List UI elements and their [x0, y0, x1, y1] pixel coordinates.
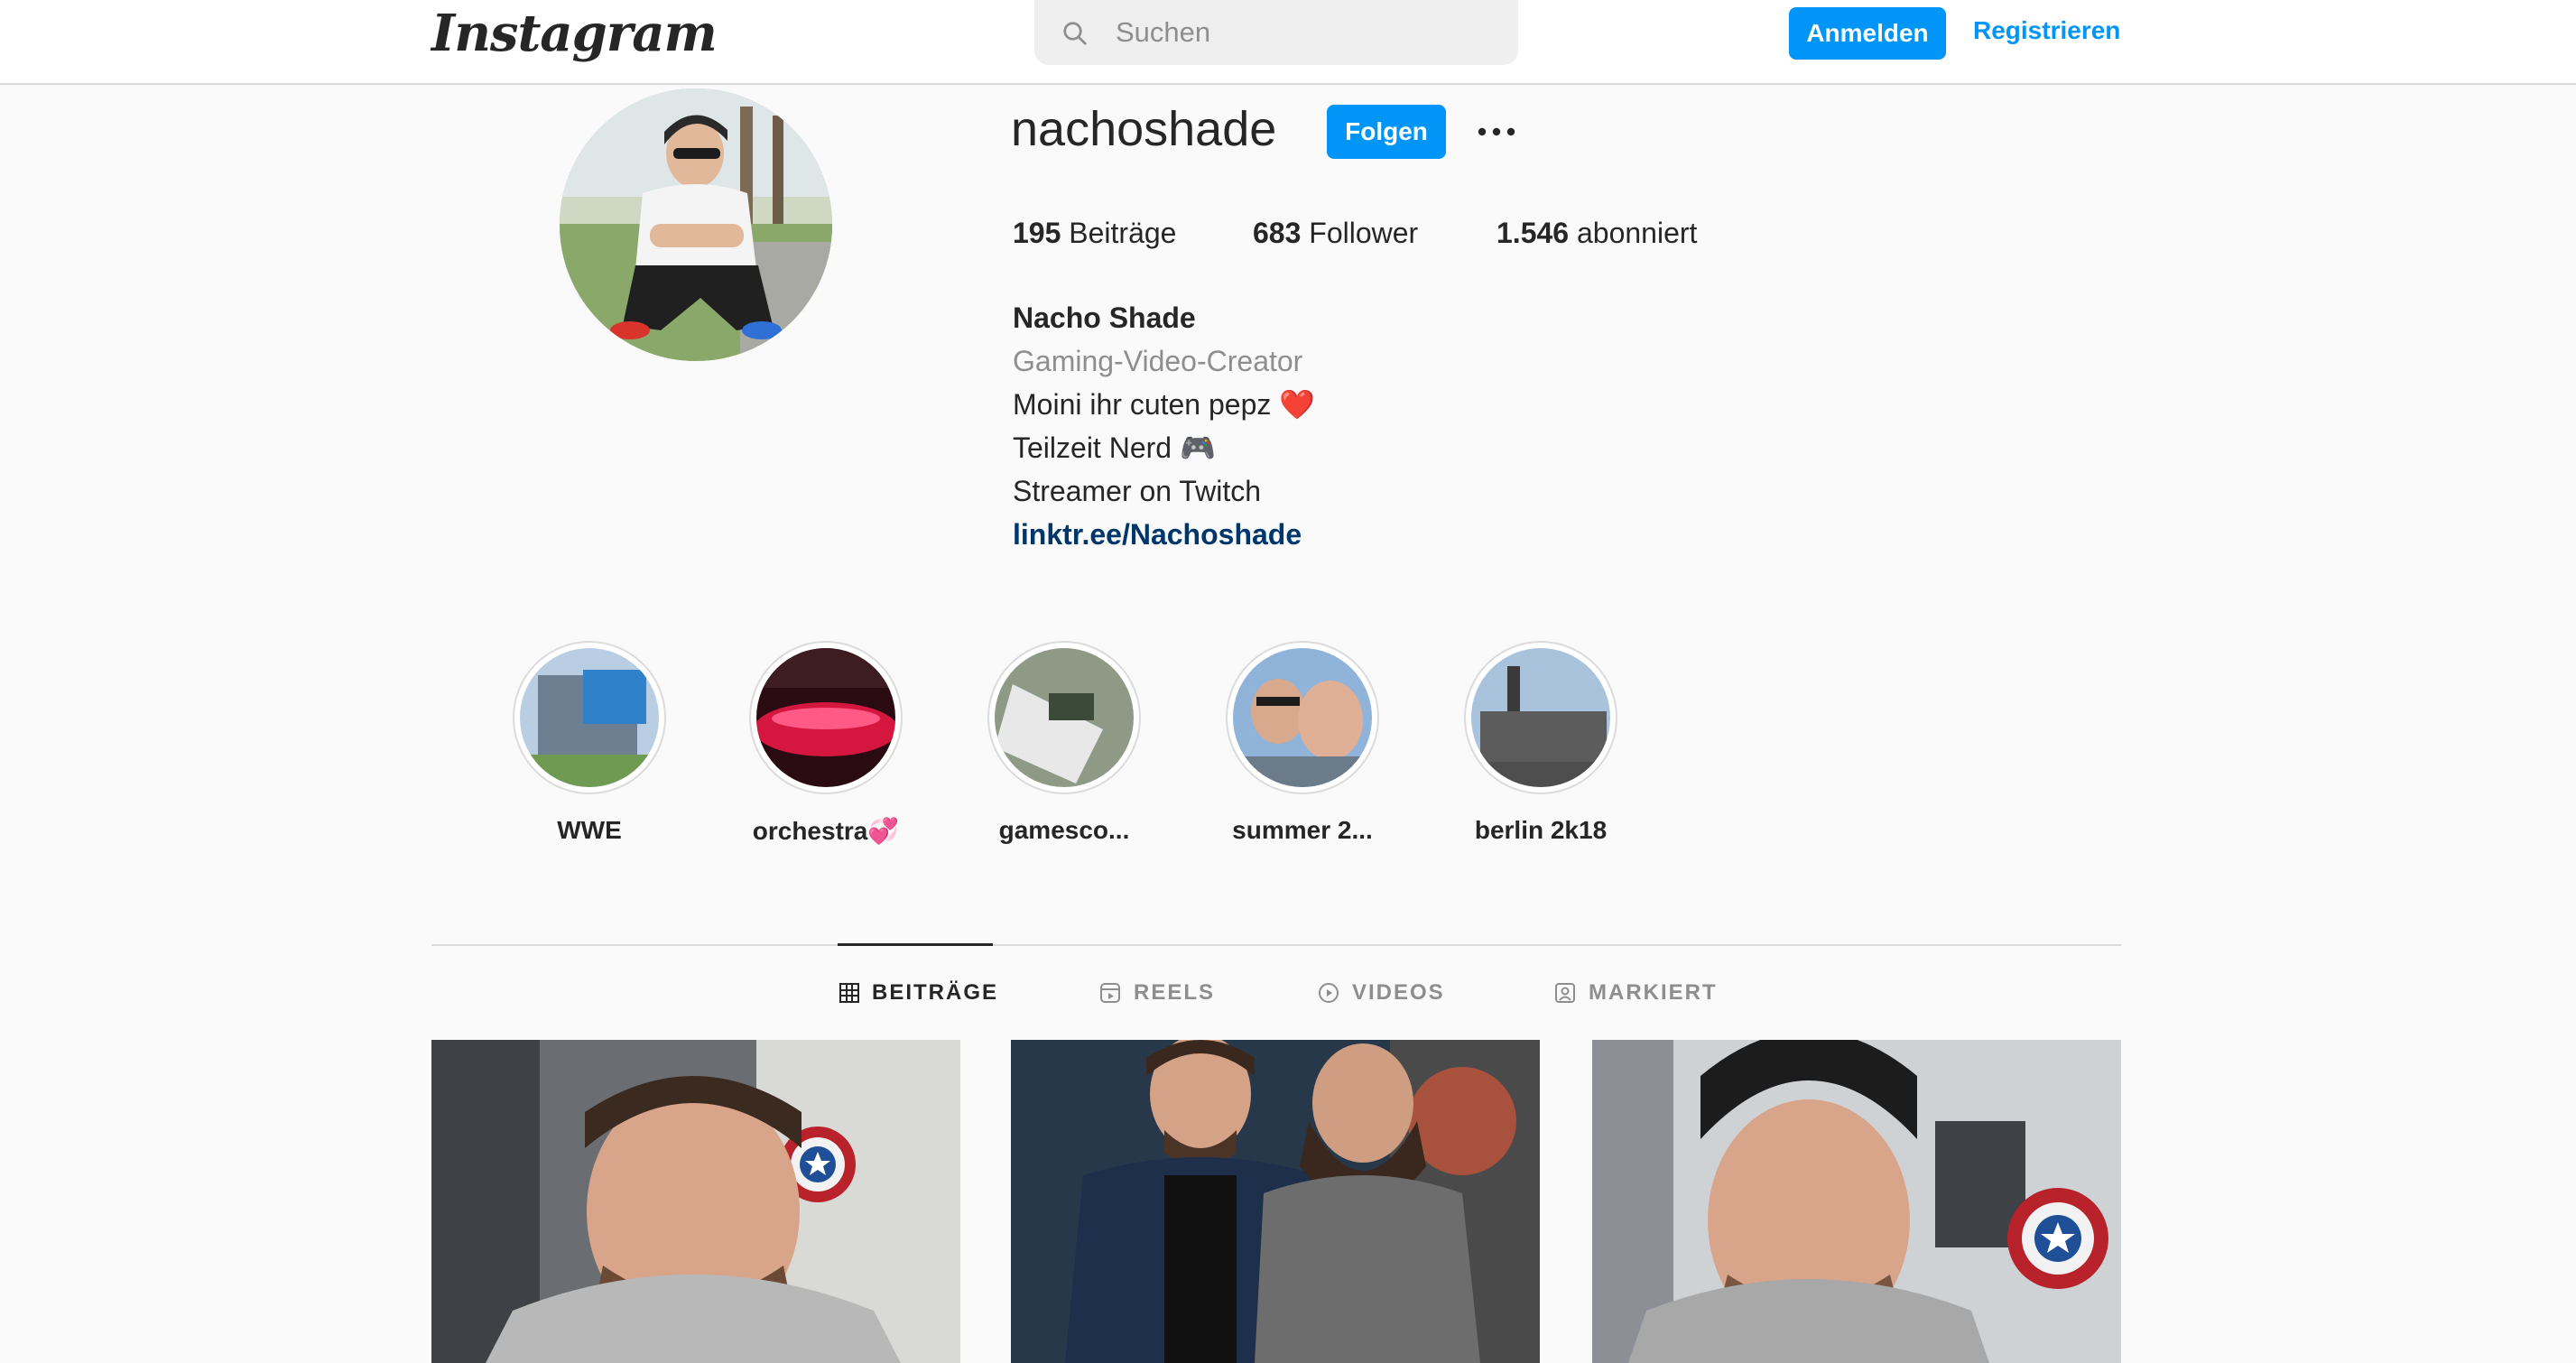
tagged-icon: [1555, 983, 1575, 1003]
followers-stat[interactable]: 683 Follower: [1253, 217, 1418, 250]
profile-category: Gaming-Video-Creator: [1013, 345, 1303, 377]
highlight-ring: [987, 641, 1141, 794]
posts-count: 195: [1013, 217, 1061, 249]
tab-label: BEITRÄGE: [872, 980, 999, 1005]
play-icon: [1319, 983, 1339, 1003]
following-count: 1.546: [1496, 217, 1570, 249]
search-input[interactable]: [1114, 13, 1493, 52]
tab-tagged[interactable]: MARKIERT: [1554, 980, 1718, 1006]
highlight-thumbnail: [1233, 648, 1372, 787]
highlight-label: orchestra💞: [752, 817, 900, 845]
highlight-thumbnail: [756, 648, 895, 787]
highlight-label: berlin 2k18: [1474, 816, 1608, 844]
highlight-thumbnail: [1471, 648, 1610, 787]
tab-videos[interactable]: VIDEOS: [1318, 980, 1445, 1006]
post-image: [1592, 1040, 2121, 1363]
post-thumbnail[interactable]: [1592, 1040, 2121, 1363]
highlight-label: summer 2...: [1232, 816, 1373, 844]
following-stat[interactable]: 1.546 abonniert: [1496, 217, 1697, 250]
bio-line: Teilzeit Nerd 🎮: [1013, 431, 1216, 464]
profile-external-link[interactable]: linktr.ee/Nachoshade: [1013, 513, 1315, 556]
highlight-orchestra[interactable]: orchestra💞: [749, 641, 903, 846]
highlight-ring: [513, 641, 666, 794]
top-navigation-bar: Instagram Anmelden Registrieren: [0, 0, 2576, 85]
more-options-button[interactable]: [1477, 114, 1516, 150]
instagram-logo[interactable]: Instagram: [431, 4, 718, 63]
register-link[interactable]: Registrieren: [1973, 16, 2120, 45]
highlight-gamescom[interactable]: gamesco...: [987, 641, 1141, 845]
follow-button[interactable]: Folgen: [1327, 105, 1446, 159]
post-image: [1011, 1040, 1540, 1363]
tab-posts[interactable]: BEITRÄGE: [839, 980, 998, 1006]
highlight-label: gamesco...: [998, 816, 1130, 844]
bio-line: Streamer on Twitch: [1013, 475, 1262, 507]
tab-label: REELS: [1134, 980, 1216, 1005]
highlight-ring: [1464, 641, 1617, 794]
following-label: abonniert: [1576, 217, 1698, 249]
login-button[interactable]: Anmelden: [1789, 7, 1946, 60]
highlight-berlin[interactable]: berlin 2k18: [1464, 641, 1617, 845]
posts-label: Beiträge: [1069, 217, 1177, 249]
profile-full-name: Nacho Shade: [1013, 301, 1196, 334]
posts-count-stat: 195 Beiträge: [1013, 217, 1176, 250]
highlight-thumbnail: [995, 648, 1134, 787]
highlight-ring: [749, 641, 903, 794]
search-box[interactable]: [1034, 0, 1518, 65]
followers-count: 683: [1253, 217, 1302, 249]
bio-line: Moini ihr cuten pepz ❤️: [1013, 388, 1316, 421]
profile-username: nachoshade: [1011, 102, 1277, 156]
more-options-icon: [1478, 127, 1515, 136]
profile-bio: Nacho Shade Gaming-Video-Creator Moini i…: [1013, 296, 1315, 556]
grid-icon: [839, 983, 859, 1003]
avatar-photo: [560, 88, 832, 361]
tab-label: VIDEOS: [1352, 980, 1445, 1005]
highlight-ring: [1226, 641, 1379, 794]
highlight-thumbnail: [520, 648, 659, 787]
reels-icon: [1100, 983, 1120, 1003]
search-icon: [1063, 22, 1087, 45]
active-tab-indicator: [838, 943, 993, 946]
tab-reels[interactable]: REELS: [1099, 980, 1215, 1006]
tabs-divider: [431, 944, 2121, 946]
profile-avatar[interactable]: [560, 88, 832, 361]
post-thumbnail[interactable]: [1011, 1040, 1540, 1363]
post-image: [431, 1040, 960, 1363]
tab-label: MARKIERT: [1589, 980, 1718, 1005]
highlight-wwe[interactable]: WWE: [513, 641, 666, 845]
post-thumbnail[interactable]: [431, 1040, 960, 1363]
followers-label: Follower: [1309, 217, 1419, 249]
highlight-summer[interactable]: summer 2...: [1226, 641, 1379, 845]
highlight-label: WWE: [557, 816, 622, 844]
